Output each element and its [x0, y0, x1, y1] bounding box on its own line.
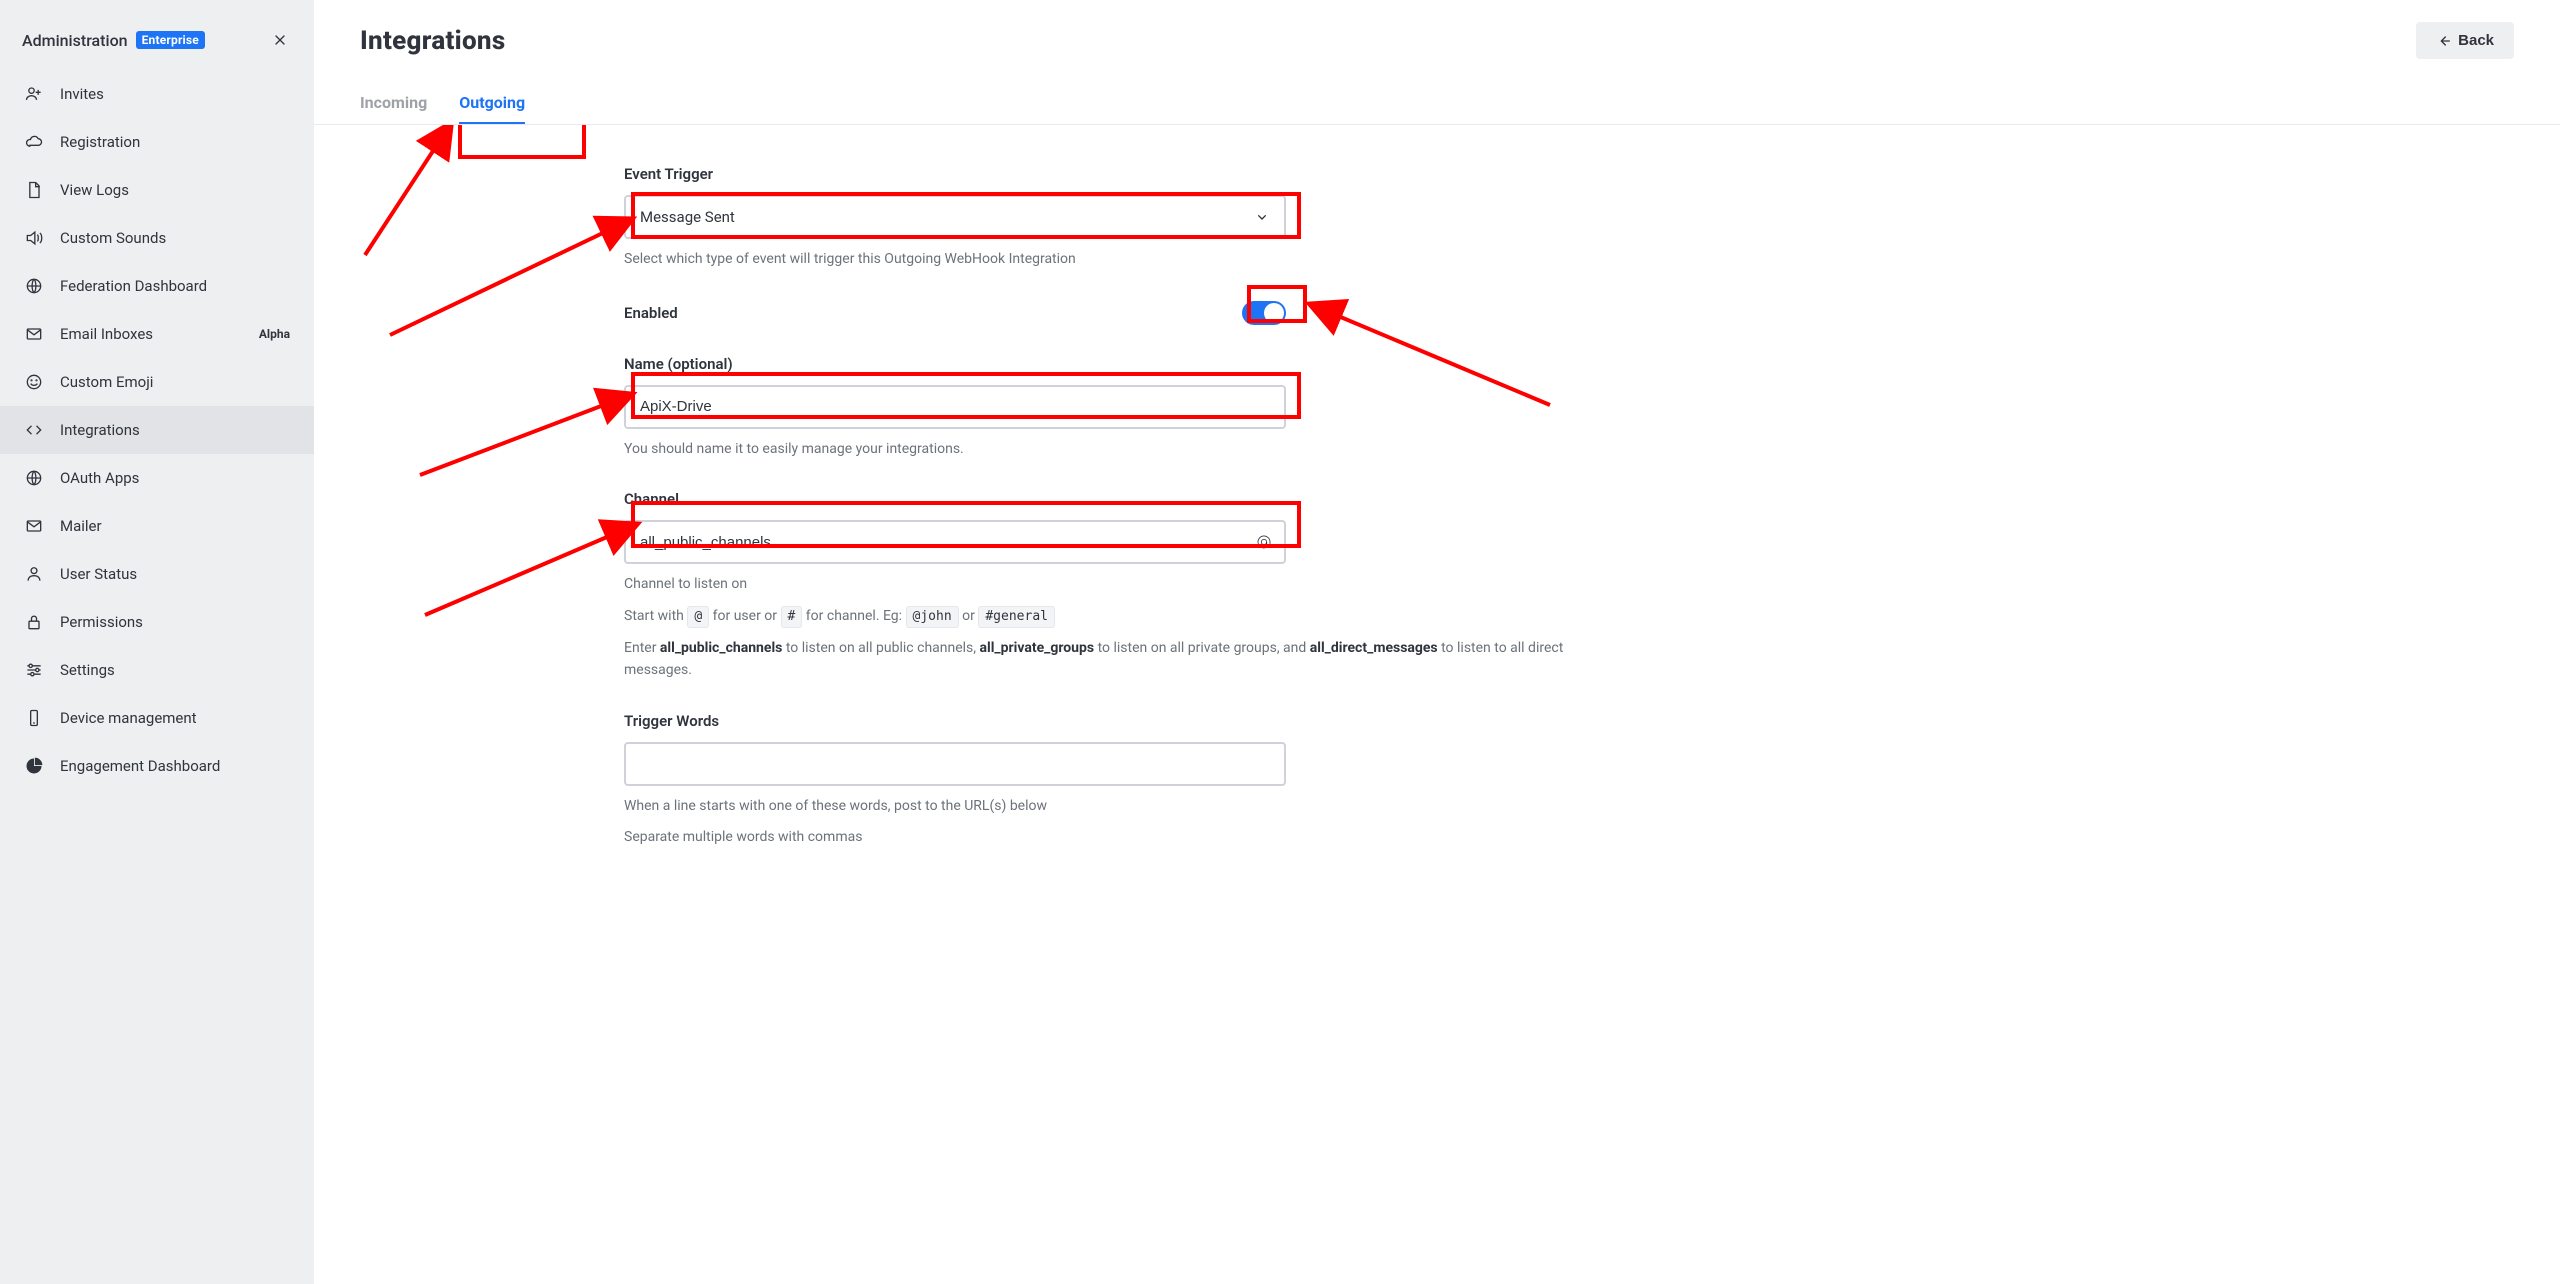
- event-trigger-help: Select which type of event will trigger …: [624, 249, 1604, 271]
- channel-help-1: Channel to listen on: [624, 574, 1604, 596]
- topbar: Integrations Back: [314, 0, 2560, 59]
- field-trigger-words: Trigger Words When a line starts with on…: [624, 712, 1604, 849]
- event-trigger-select[interactable]: Message Sent: [624, 195, 1286, 239]
- trigger-words-help-1: When a line starts with one of these wor…: [624, 796, 1604, 818]
- channel-input-wrap: [624, 520, 1286, 564]
- sidebar-item-label: Engagement Dashboard: [60, 757, 220, 775]
- sidebar-nav: Invites Registration View Logs Custom So…: [0, 70, 314, 1284]
- sidebar-item-registration[interactable]: Registration: [0, 118, 314, 166]
- page-title: Integrations: [360, 26, 506, 56]
- trigger-words-input[interactable]: [624, 742, 1286, 786]
- mail-icon: [24, 324, 44, 344]
- globe-icon: [24, 468, 44, 488]
- sidebar-header: Administration Enterprise: [0, 0, 314, 70]
- close-button[interactable]: [268, 28, 292, 52]
- sidebar-item-email-inboxes[interactable]: Email Inboxes Alpha: [0, 310, 314, 358]
- annotation-arrow-icon: [415, 495, 645, 625]
- sidebar-item-label: Federation Dashboard: [60, 277, 207, 295]
- sidebar-item-federation-dashboard[interactable]: Federation Dashboard: [0, 262, 314, 310]
- sidebar-item-user-status[interactable]: User Status: [0, 550, 314, 598]
- sidebar-title: Administration: [22, 31, 128, 50]
- trigger-words-label: Trigger Words: [624, 712, 1604, 730]
- arrow-left-icon: [2436, 33, 2452, 49]
- toggle-knob: [1264, 303, 1284, 323]
- back-label: Back: [2458, 32, 2494, 49]
- sidebar-item-mailer[interactable]: Mailer: [0, 502, 314, 550]
- sidebar-item-label: Invites: [60, 85, 104, 103]
- pie-chart-icon: [24, 756, 44, 776]
- field-channel: Channel Channel to listen on Start with …: [624, 490, 1604, 681]
- annotation-arrow-icon: [380, 195, 640, 345]
- enabled-row: Enabled: [624, 301, 1286, 325]
- field-enabled: Enabled: [624, 301, 1604, 325]
- enterprise-badge: Enterprise: [136, 31, 205, 49]
- mention-icon[interactable]: [1254, 532, 1274, 552]
- main-panel: Integrations Back Incoming Outgoing Even…: [314, 0, 2560, 1284]
- sidebar-item-label: Device management: [60, 709, 197, 727]
- sidebar-item-label: OAuth Apps: [60, 469, 139, 487]
- trigger-words-help-2: Separate multiple words with commas: [624, 827, 1604, 849]
- tab-incoming[interactable]: Incoming: [360, 93, 427, 124]
- sidebar-item-label: Settings: [60, 661, 115, 679]
- back-button[interactable]: Back: [2416, 22, 2514, 59]
- event-trigger-label: Event Trigger: [624, 165, 1604, 183]
- channel-help-3: Enter all_public_channels to listen on a…: [624, 638, 1604, 681]
- sidebar-item-permissions[interactable]: Permissions: [0, 598, 314, 646]
- sidebar-item-label: View Logs: [60, 181, 129, 199]
- tab-outgoing[interactable]: Outgoing: [459, 93, 525, 124]
- phone-icon: [24, 708, 44, 728]
- sidebar-item-device-management[interactable]: Device management: [0, 694, 314, 742]
- sidebar-item-engagement-dashboard[interactable]: Engagement Dashboard: [0, 742, 314, 790]
- sidebar-item-invites[interactable]: Invites: [0, 70, 314, 118]
- user-plus-icon: [24, 84, 44, 104]
- code-icon: [24, 420, 44, 440]
- sliders-icon: [24, 660, 44, 680]
- mail-icon: [24, 516, 44, 536]
- sidebar-item-label: Integrations: [60, 421, 140, 439]
- alpha-badge: Alpha: [259, 327, 290, 341]
- channel-label: Channel: [624, 490, 1604, 508]
- globe-icon: [24, 276, 44, 296]
- user-icon: [24, 564, 44, 584]
- name-label: Name (optional): [624, 355, 1604, 373]
- event-trigger-value: Message Sent: [640, 208, 735, 226]
- sidebar-item-label: User Status: [60, 565, 137, 583]
- channel-help-2: Start with @ for user or # for channel. …: [624, 606, 1604, 628]
- outgoing-form: Event Trigger Message Sent Select which …: [624, 165, 1604, 849]
- smile-icon: [24, 372, 44, 392]
- field-event-trigger: Event Trigger Message Sent Select which …: [624, 165, 1604, 271]
- sidebar-item-label: Custom Sounds: [60, 229, 166, 247]
- content: Event Trigger Message Sent Select which …: [314, 125, 2560, 1284]
- tabs: Incoming Outgoing: [314, 63, 2560, 125]
- sidebar-header-left: Administration Enterprise: [22, 31, 205, 50]
- close-icon: [272, 32, 288, 48]
- name-help: You should name it to easily manage your…: [624, 439, 1604, 461]
- lock-icon: [24, 612, 44, 632]
- sidebar-item-custom-emoji[interactable]: Custom Emoji: [0, 358, 314, 406]
- file-icon: [24, 180, 44, 200]
- volume-icon: [24, 228, 44, 248]
- sidebar-item-label: Permissions: [60, 613, 143, 631]
- sidebar-item-integrations[interactable]: Integrations: [0, 406, 314, 454]
- content-inner: Event Trigger Message Sent Select which …: [360, 165, 2514, 849]
- enabled-toggle[interactable]: [1242, 301, 1286, 325]
- annotation-arrow-icon: [410, 365, 640, 485]
- sidebar-item-label: Custom Emoji: [60, 373, 153, 391]
- enabled-label: Enabled: [624, 304, 678, 322]
- sidebar-item-label: Email Inboxes: [60, 325, 153, 343]
- field-name: Name (optional) You should name it to ea…: [624, 355, 1604, 461]
- annotation-arrow-icon: [355, 125, 485, 265]
- channel-input[interactable]: [624, 520, 1286, 564]
- name-input[interactable]: [624, 385, 1286, 429]
- cloud-icon: [24, 132, 44, 152]
- sidebar-item-custom-sounds[interactable]: Custom Sounds: [0, 214, 314, 262]
- highlight-tab-outgoing: [458, 125, 586, 159]
- sidebar-item-settings[interactable]: Settings: [0, 646, 314, 694]
- sidebar-item-label: Registration: [60, 133, 140, 151]
- sidebar-item-view-logs[interactable]: View Logs: [0, 166, 314, 214]
- sidebar-item-label: Mailer: [60, 517, 102, 535]
- admin-sidebar: Administration Enterprise Invites Regist…: [0, 0, 314, 1284]
- sidebar-item-oauth-apps[interactable]: OAuth Apps: [0, 454, 314, 502]
- chevron-down-icon: [1254, 209, 1270, 225]
